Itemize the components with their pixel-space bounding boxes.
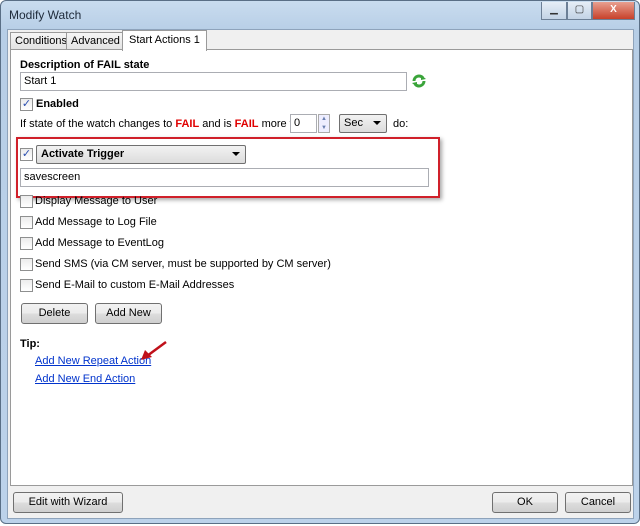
fail-text: FAIL [175,118,200,130]
duration-input[interactable]: 0 [290,114,317,133]
ok-button[interactable]: OK [492,492,558,513]
option-label: Display Message to User [35,195,158,207]
minimize-button[interactable]: ▁ [541,2,567,20]
action-type-value: Activate Trigger [41,148,125,160]
maximize-icon: ▢ [574,4,585,15]
spin-up-icon[interactable]: ▲ [319,115,329,124]
client-area: Conditions Advanced Start Actions 1 Desc… [7,29,634,519]
maximize-button[interactable]: ▢ [567,2,592,20]
edit-with-wizard-button[interactable]: Edit with Wizard [13,492,123,513]
option-checkbox[interactable] [20,237,33,250]
tip-label: Tip: [20,338,40,350]
option-label: Send E-Mail to custom E-Mail Addresses [35,279,235,291]
enabled-label: Enabled [36,98,79,110]
action-checkbox[interactable]: ✓ [20,148,33,161]
dialog-window: Modify Watch ▁ ▢ X Conditions Advanced S… [0,0,640,524]
action-type-select[interactable]: Activate Trigger [36,145,246,164]
red-arrow-icon [141,340,167,360]
tab-conditions[interactable]: Conditions [10,32,72,50]
spin-down-icon[interactable]: ▼ [319,124,329,133]
unit-select[interactable]: Sec [339,114,387,133]
tab-advanced[interactable]: Advanced [66,32,125,50]
fail-text: FAIL [234,118,259,130]
add-new-button[interactable]: Add New [95,303,162,324]
option-checkbox[interactable] [20,279,33,292]
add-end-action-link[interactable]: Add New End Action [35,373,135,385]
refresh-icon[interactable] [411,73,427,89]
condition-middle: and is [202,118,232,130]
action-value-input[interactable]: savescreen [20,168,429,187]
close-button[interactable]: X [592,2,635,20]
description-input[interactable]: Start 1 [20,72,407,91]
start-actions-panel: Description of FAIL state Start 1 ✓ Enab… [10,49,633,486]
option-label: Add Message to Log File [35,216,157,228]
option-checkbox[interactable] [20,216,33,229]
window-title: Modify Watch [9,8,82,22]
chevron-down-icon [232,152,240,156]
option-checkbox[interactable] [20,258,33,271]
minimize-icon: ▁ [550,4,558,15]
add-repeat-action-link[interactable]: Add New Repeat Action [35,355,151,367]
do-label: do: [393,118,409,130]
option-checkbox[interactable] [20,195,33,208]
description-label: Description of FAIL state [20,59,150,71]
close-icon: X [610,4,617,15]
option-label: Add Message to EventLog [35,237,165,249]
enabled-checkbox[interactable]: ✓ [20,98,33,111]
delete-button[interactable]: Delete [21,303,88,324]
chevron-down-icon [373,121,381,125]
duration-spinner[interactable]: ▲ ▼ [318,114,330,133]
option-label: Send SMS (via CM server, must be support… [35,258,331,270]
cancel-button[interactable]: Cancel [565,492,631,513]
tab-start-actions-1[interactable]: Start Actions 1 [122,30,207,51]
unit-value: Sec [344,117,363,129]
condition-prefix: If state of the watch changes to [20,118,173,130]
condition-text: If state of the watch changes to FAIL an… [20,118,311,130]
